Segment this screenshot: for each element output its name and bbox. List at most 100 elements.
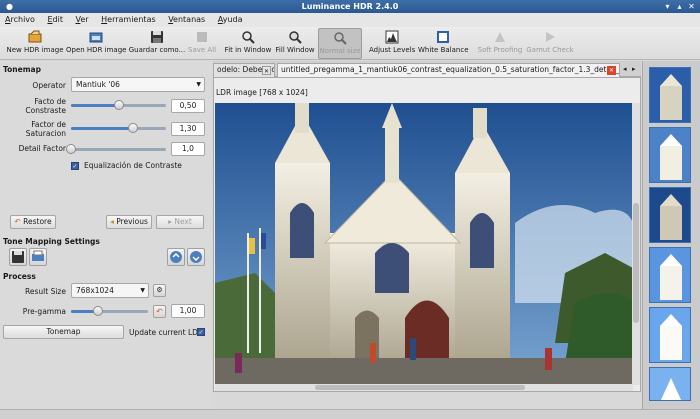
maximize-icon[interactable]: ▴ (674, 1, 685, 12)
preview-thumbnail[interactable] (649, 307, 691, 363)
save-all-button[interactable]: Save All (188, 28, 216, 59)
detail-factor-spinbox[interactable]: 1,0 (171, 142, 205, 156)
church-thumbnail (650, 68, 690, 122)
menu-archivo[interactable]: Archivo (0, 13, 40, 27)
slider-handle[interactable] (127, 123, 138, 133)
contrast-spinbox[interactable]: 0,50 (171, 99, 205, 113)
pregamma-reset-button[interactable]: ↶ (153, 305, 166, 318)
zoom-original-icon (334, 32, 347, 45)
preview-thumbnail[interactable] (649, 127, 691, 183)
result-size-settings-button[interactable]: ⚙ (153, 284, 166, 297)
viewer-vertical-scrollbar[interactable] (632, 103, 640, 385)
church-thumbnail (650, 128, 690, 182)
slider-handle[interactable] (66, 144, 76, 154)
save-icon (151, 31, 163, 43)
preview-thumbnail[interactable] (649, 67, 691, 123)
saturation-slider[interactable] (71, 122, 166, 134)
preview-settings-button[interactable] (167, 248, 185, 266)
church-thumbnail (650, 368, 690, 400)
pregamma-label: Pre-gamma (22, 307, 66, 316)
pregamma-spinbox[interactable]: 1,00 (171, 304, 205, 318)
tonemapped-image[interactable] (215, 103, 633, 385)
fit-window-button[interactable]: Fit in Window (224, 28, 272, 59)
main-toolbar: New HDR image Open HDR image Guardar com… (0, 27, 700, 60)
minimize-icon[interactable]: ▾ (662, 1, 673, 12)
operator-select[interactable]: Mantiuk '06 ▼ (71, 77, 205, 92)
contrast-label-line2: Constraste (25, 106, 66, 115)
close-tab-icon[interactable]: ✕ (262, 66, 271, 75)
slider-handle[interactable] (113, 100, 124, 110)
window-menu-icon[interactable]: ● (4, 1, 15, 12)
equalization-checkbox[interactable]: ✓ (71, 162, 79, 170)
saturation-spinbox[interactable]: 1,30 (171, 122, 205, 136)
new-hdr-button[interactable]: New HDR image (6, 28, 64, 59)
tab-scroll-left-icon[interactable]: ◂ (623, 64, 630, 75)
restore-label: Restore (23, 217, 52, 226)
previous-label: Previous (116, 217, 148, 226)
result-size-select[interactable]: 768x1024 ▼ (71, 283, 149, 298)
tab-debevec[interactable]: odelo: Debevec ✕ (213, 63, 275, 77)
detail-factor-slider[interactable] (66, 143, 166, 155)
fill-window-button[interactable]: Fill Window (274, 28, 316, 59)
soft-proofing-button[interactable]: Soft Proofing (476, 28, 524, 59)
saturation-label: Factor de Saturacion (6, 120, 66, 138)
new-hdr-icon (28, 30, 42, 43)
open-hdr-button[interactable]: Open HDR image (66, 28, 126, 59)
close-tab-icon[interactable]: ✕ (607, 66, 616, 75)
previous-button[interactable]: ◂ Previous (106, 215, 152, 229)
close-window-icon[interactable]: ✕ (686, 1, 697, 12)
adjust-levels-label: Adjust Levels (369, 46, 416, 54)
contrast-slider[interactable] (71, 99, 166, 111)
detail-factor-label: Detail Factor (18, 144, 66, 153)
export-settings-button[interactable] (29, 248, 47, 266)
scroll-thumb[interactable] (315, 385, 525, 390)
preview-thumbnail[interactable] (649, 367, 691, 401)
zoom-fill-icon (289, 31, 302, 44)
update-ldr-checkbox[interactable]: ✓ (197, 328, 205, 336)
menu-ventanas[interactable]: Ventanas (163, 13, 210, 27)
new-hdr-label: New HDR image (6, 46, 64, 54)
apply-settings-button[interactable] (187, 248, 205, 266)
soft-proofing-icon (495, 32, 505, 42)
scroll-thumb[interactable] (633, 203, 639, 323)
process-section-title: Process (3, 272, 36, 281)
tm-settings-section-title: Tone Mapping Settings (3, 237, 100, 246)
adjust-levels-button[interactable]: Adjust Levels (369, 28, 415, 59)
slider-handle[interactable] (92, 306, 103, 316)
arrow-right-icon: ▸ (168, 217, 172, 226)
white-balance-icon (437, 31, 449, 43)
tab-scroll-right-icon[interactable]: ▸ (632, 64, 639, 75)
next-label: Next (174, 217, 192, 226)
white-balance-button[interactable]: White Balance (418, 28, 469, 59)
sync-icon (190, 251, 202, 263)
pregamma-slider[interactable] (71, 305, 148, 317)
gamut-check-label: Gamut Check (526, 46, 574, 54)
church-thumbnail (650, 188, 690, 242)
save-all-label: Save All (188, 46, 217, 54)
open-hdr-label: Open HDR image (66, 46, 127, 54)
preview-thumbnail[interactable] (649, 247, 691, 303)
next-button[interactable]: ▸ Next (156, 215, 204, 229)
gamut-check-button[interactable]: Gamut Check (526, 28, 574, 59)
menu-herramientas[interactable]: Herramientas (96, 13, 161, 27)
equalization-label: Equalización de Contraste (84, 161, 182, 170)
save-all-icon (197, 32, 207, 42)
chevron-down-icon: ▼ (140, 287, 145, 294)
viewer-horizontal-scrollbar[interactable] (215, 384, 633, 391)
menu-ayuda[interactable]: Ayuda (213, 13, 248, 27)
preview-thumbnail[interactable] (649, 187, 691, 243)
save-as-button[interactable]: Guardar como... (128, 28, 186, 59)
normal-size-button[interactable]: Normal size (318, 28, 362, 59)
restore-button[interactable]: ↶ Restore (10, 215, 56, 229)
menu-edit[interactable]: Edit (42, 13, 68, 27)
tonemap-button[interactable]: Tonemap (3, 325, 124, 339)
ldr-image-caption: LDR image [768 x 1024] (216, 88, 308, 97)
preview-panel (642, 61, 700, 409)
levels-icon (385, 30, 399, 44)
tab-mantiuk-result[interactable]: untitled_pregamma_1_mantiuk06_contrast_e… (277, 63, 620, 77)
church-thumbnail (650, 308, 690, 362)
saturation-label-line2: Saturacion (25, 129, 66, 138)
load-settings-button[interactable] (9, 248, 27, 266)
menu-ver[interactable]: Ver (71, 13, 94, 27)
result-size-label: Result Size (25, 287, 66, 296)
